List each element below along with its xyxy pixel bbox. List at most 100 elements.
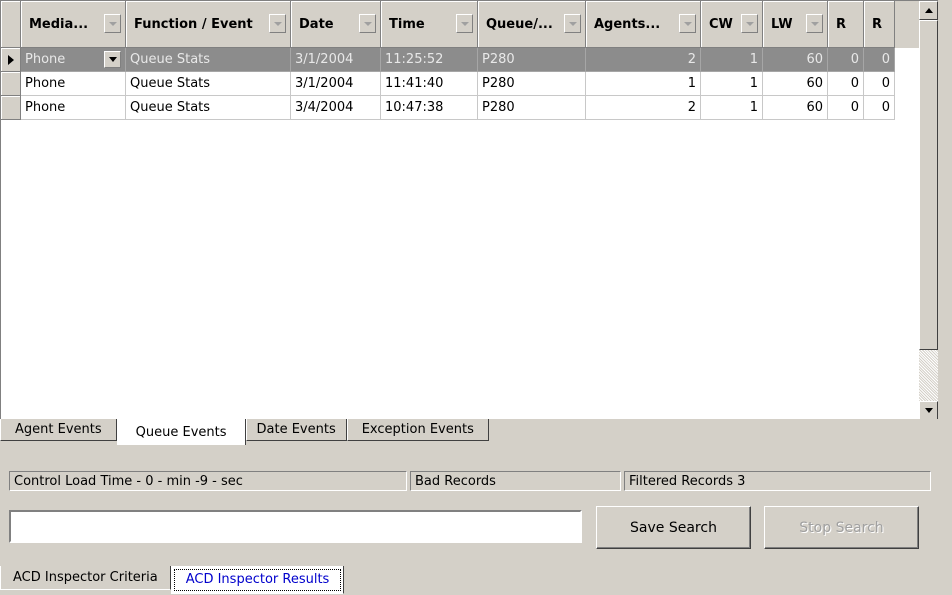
table-cell[interactable]: P280 — [478, 48, 586, 72]
cell-value: 3/1/2004 — [295, 76, 354, 91]
cell-value: 3/1/2004 — [295, 52, 354, 67]
table-cell[interactable]: 0 — [864, 72, 895, 96]
tab-acd-inspector-criteria[interactable]: ACD Inspector Criteria — [0, 566, 171, 590]
row-selector[interactable] — [1, 96, 21, 120]
table-cell[interactable]: 60 — [763, 72, 828, 96]
row-selector[interactable] — [1, 48, 21, 72]
column-filter-button[interactable] — [269, 14, 286, 33]
table-row[interactable]: Phone Queue Stats 3/1/2004 11:25:52 P280 2 1 60… — [1, 48, 919, 72]
scroll-track[interactable] — [919, 350, 938, 401]
column-header[interactable]: Media... — [21, 1, 126, 48]
table-cell[interactable]: 2 — [586, 96, 701, 120]
cell-value: 0 — [850, 76, 859, 91]
cell-value: P280 — [482, 76, 515, 91]
results-grid[interactable]: Media... Function / Event Date Time Queue/..… — [0, 0, 938, 419]
scroll-up-button[interactable] — [919, 1, 938, 20]
table-cell[interactable]: 1 — [586, 72, 701, 96]
chevron-down-icon — [745, 21, 754, 26]
cell-value: Queue Stats — [130, 100, 211, 115]
column-header[interactable]: R — [864, 1, 895, 48]
tab-exception-events[interactable]: Exception Events — [346, 419, 489, 441]
cell-value: P280 — [482, 52, 515, 67]
column-header[interactable]: LW — [763, 1, 828, 48]
chevron-down-icon — [460, 21, 469, 26]
table-row[interactable]: Phone Queue Stats 3/4/2004 10:47:38 P280 2 1 60… — [1, 96, 919, 120]
row-selector-header — [1, 1, 21, 48]
table-cell[interactable]: 0 — [828, 72, 864, 96]
column-filter-button[interactable] — [456, 14, 473, 33]
column-header[interactable]: R — [828, 1, 864, 48]
table-cell[interactable]: 1 — [701, 72, 763, 96]
cell-value: Queue Stats — [130, 52, 211, 67]
chevron-down-icon — [108, 57, 117, 62]
scroll-down-button[interactable] — [919, 401, 938, 419]
table-cell[interactable]: 1 — [701, 96, 763, 120]
cell-value: 60 — [806, 100, 823, 115]
search-input[interactable] — [9, 510, 582, 543]
chevron-down-icon — [568, 21, 577, 26]
column-header-label: CW — [709, 16, 733, 32]
cell-value: 0 — [881, 52, 890, 67]
table-cell[interactable]: Phone — [21, 96, 126, 120]
filtered-records-status: Filtered Records 3 — [624, 471, 931, 491]
chevron-down-icon — [108, 21, 117, 26]
table-cell[interactable]: 60 — [763, 48, 828, 72]
cell-value: 0 — [881, 76, 890, 91]
column-header-label: R — [836, 16, 847, 32]
table-cell[interactable]: Queue Stats — [126, 48, 291, 72]
column-header-label: R — [872, 16, 883, 32]
column-header[interactable]: Date — [291, 1, 381, 48]
tab-agent-events[interactable]: Agent Events — [0, 419, 117, 441]
table-cell[interactable]: 3/1/2004 — [291, 48, 381, 72]
table-cell[interactable]: Queue Stats — [126, 72, 291, 96]
column-header-label: Time — [389, 16, 425, 32]
column-header-label: LW — [771, 16, 793, 32]
cell-value: 1 — [749, 100, 758, 115]
table-cell[interactable]: 0 — [828, 96, 864, 120]
table-cell[interactable]: 0 — [828, 48, 864, 72]
column-header[interactable]: Queue/... — [478, 1, 586, 48]
event-tabs: Agent Events Queue Events Date Events Ex… — [0, 419, 489, 445]
chevron-down-icon — [683, 21, 692, 26]
tab-acd-inspector-results[interactable]: ACD Inspector Results — [170, 566, 345, 594]
tab-date-events[interactable]: Date Events — [245, 419, 347, 441]
cell-value: 10:47:38 — [385, 100, 444, 115]
column-header[interactable]: Agents... — [586, 1, 701, 48]
column-filter-button[interactable] — [741, 14, 758, 33]
table-cell[interactable]: 11:25:52 — [381, 48, 478, 72]
tab-queue-events[interactable]: Queue Events — [116, 419, 246, 445]
save-search-button[interactable]: Save Search — [596, 506, 751, 549]
column-filter-button[interactable] — [104, 14, 121, 33]
table-cell[interactable]: P280 — [478, 72, 586, 96]
stop-search-button[interactable]: Stop Search — [764, 506, 919, 549]
table-cell[interactable]: 10:47:38 — [381, 96, 478, 120]
table-cell[interactable]: Queue Stats — [126, 96, 291, 120]
inspector-tabs: ACD Inspector Criteria ACD Inspector Res… — [0, 566, 345, 594]
table-cell[interactable]: Phone — [21, 48, 126, 72]
scroll-thumb[interactable] — [919, 20, 938, 350]
column-filter-button[interactable] — [359, 14, 376, 33]
column-filter-button[interactable] — [806, 14, 823, 33]
table-cell[interactable]: Phone — [21, 72, 126, 96]
table-cell[interactable]: P280 — [478, 96, 586, 120]
bad-records-status: Bad Records — [410, 471, 621, 491]
table-cell[interactable]: 1 — [701, 48, 763, 72]
column-header[interactable]: Function / Event — [126, 1, 291, 48]
cell-dropdown-button[interactable] — [104, 51, 121, 68]
table-cell[interactable]: 11:41:40 — [381, 72, 478, 96]
column-header-label: Queue/... — [486, 16, 553, 32]
column-filter-button[interactable] — [564, 14, 581, 33]
column-header[interactable]: Time — [381, 1, 478, 48]
column-header[interactable]: CW — [701, 1, 763, 48]
row-selector[interactable] — [1, 72, 21, 96]
table-cell[interactable]: 2 — [586, 48, 701, 72]
table-cell[interactable]: 3/1/2004 — [291, 72, 381, 96]
table-cell[interactable]: 0 — [864, 48, 895, 72]
column-filter-button[interactable] — [679, 14, 696, 33]
cell-value: 60 — [806, 52, 823, 67]
table-cell[interactable]: 60 — [763, 96, 828, 120]
table-cell[interactable]: 0 — [864, 96, 895, 120]
vertical-scrollbar[interactable] — [919, 1, 938, 419]
table-cell[interactable]: 3/4/2004 — [291, 96, 381, 120]
table-row[interactable]: Phone Queue Stats 3/1/2004 11:41:40 P280 1 1 60… — [1, 72, 919, 96]
